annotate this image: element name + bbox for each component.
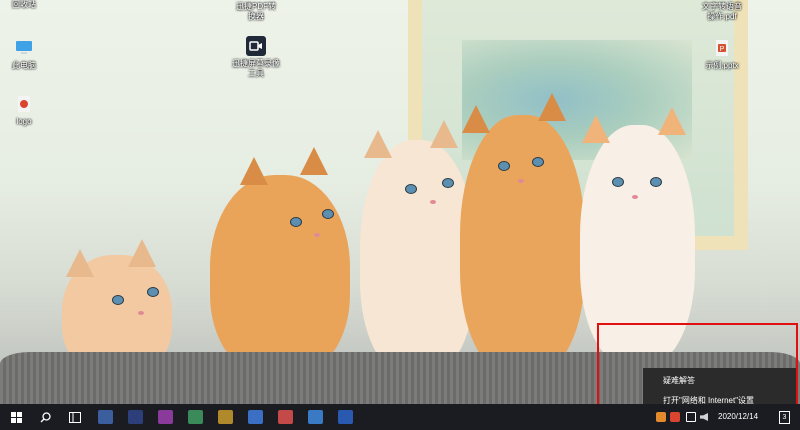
task-view-icon [69, 411, 81, 423]
desktop-icon-label: 迅捷PDF转 换器 [236, 2, 276, 21]
taskbar-app-icon[interactable] [158, 410, 173, 424]
desktop-icon-pptx[interactable]: P 示例.pptx [690, 38, 754, 71]
desktop-icon-screen-recorder[interactable]: 迅捷屏幕录像 工具 [224, 36, 288, 79]
taskbar-app-icon[interactable] [98, 410, 113, 424]
windows-start-icon [10, 411, 22, 423]
desktop-icon-logo[interactable]: logo [0, 94, 56, 127]
taskbar-app-icon[interactable] [338, 410, 353, 424]
taskbar-app-icon[interactable] [278, 410, 293, 424]
taskbar-app-icon[interactable] [188, 410, 203, 424]
search-button[interactable] [32, 404, 58, 430]
computer-icon [14, 38, 34, 58]
image-file-icon [14, 94, 34, 114]
taskbar: 2020/12/14 3 [0, 404, 800, 430]
desktop-icon-pdf-converter[interactable]: 迅捷PDF转 换器 [224, 2, 288, 22]
kitten-4 [460, 93, 585, 375]
desktop-icon-label: 示例.pptx [705, 61, 739, 70]
taskbar-app-icon[interactable] [308, 410, 323, 424]
desktop-icon-this-pc[interactable]: 此电脑 [0, 38, 56, 71]
desktop-icon-label: 回收站 [12, 0, 36, 9]
desktop-icon-label: 迅捷屏幕录像 工具 [232, 59, 280, 78]
pptx-file-icon: P [712, 38, 732, 58]
taskbar-app-icon[interactable] [128, 410, 143, 424]
svg-text:P: P [720, 46, 725, 53]
task-view-button[interactable] [62, 404, 88, 430]
taskbar-app-icon[interactable] [218, 410, 233, 424]
taskbar-app-icon[interactable] [248, 410, 263, 424]
volume-icon[interactable] [700, 413, 708, 421]
desktop-icon-label: 文字转语音 操作.pdf [702, 2, 742, 21]
notification-center-icon[interactable]: 3 [779, 411, 790, 424]
search-icon [40, 411, 51, 422]
network-icon[interactable] [686, 412, 696, 422]
tray-date[interactable]: 2020/12/14 [718, 412, 758, 421]
screen-recorder-icon [246, 36, 266, 56]
desktop-icon-pdf-doc[interactable]: 文字转语音 操作.pdf [690, 2, 754, 22]
desktop-icon-recycle-bin[interactable]: 回收站 [0, 0, 56, 10]
tray-app-icon[interactable] [670, 412, 680, 422]
kitten-2 [210, 147, 350, 375]
kitten-3 [360, 120, 475, 375]
start-button[interactable] [2, 404, 30, 430]
desktop-icon-label: 此电脑 [12, 61, 36, 70]
desktop-icon-label: logo [16, 117, 32, 126]
tray-app-icon[interactable] [656, 412, 666, 422]
